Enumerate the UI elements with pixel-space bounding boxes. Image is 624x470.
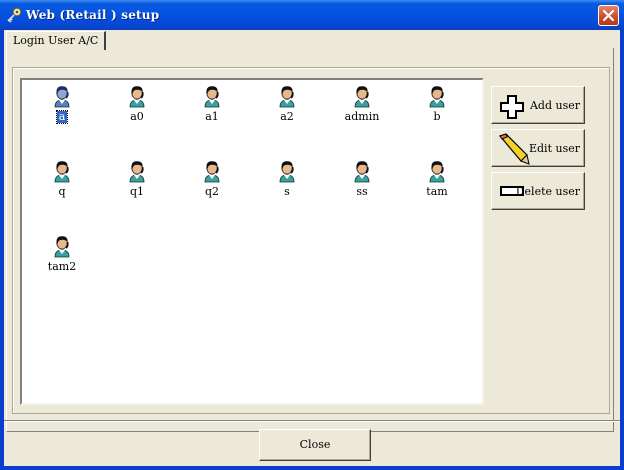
list-item[interactable]: tam2 (32, 234, 92, 284)
user-icon (354, 161, 370, 183)
list-item[interactable]: ss (332, 159, 392, 209)
edit-user-button[interactable]: Edit user (491, 129, 585, 167)
add-user-label: Add user (529, 99, 580, 112)
close-button-label: Close (299, 438, 331, 451)
user-icon (54, 161, 70, 183)
key-icon (7, 7, 22, 23)
user-icon (279, 161, 295, 183)
setup-window: Web (Retail ) setup Login User A/C a a0 … (0, 0, 624, 470)
user-name-label: s (284, 185, 290, 198)
tab-strip: Login User A/C (4, 30, 620, 50)
title-bar[interactable]: Web (Retail ) setup (0, 0, 624, 30)
add-user-button[interactable]: Add user (491, 86, 585, 124)
list-item[interactable]: a1 (182, 84, 242, 134)
user-name-label: a0 (130, 110, 144, 123)
list-item[interactable]: a2 (257, 84, 317, 134)
tab-label: Login User A/C (13, 34, 99, 47)
list-item[interactable]: tam (407, 159, 467, 209)
list-item[interactable]: s (257, 159, 317, 209)
delete-user-label: Delete user (515, 185, 580, 198)
close-icon (602, 9, 615, 22)
user-name-label: a2 (280, 110, 294, 123)
delete-user-button[interactable]: Delete user (491, 172, 585, 210)
list-item[interactable]: q (32, 159, 92, 209)
user-icon (279, 86, 295, 108)
user-name-label: a1 (205, 110, 219, 123)
user-icon (204, 161, 220, 183)
list-item[interactable]: b (407, 84, 467, 134)
close-button[interactable]: Close (259, 429, 371, 461)
plus-icon (500, 95, 524, 119)
list-item[interactable]: a (32, 84, 92, 134)
user-name-label: admin (344, 110, 380, 123)
user-icon (429, 86, 445, 108)
list-item[interactable]: q2 (182, 159, 242, 209)
close-window-button[interactable] (598, 5, 619, 26)
user-name-label: q (58, 185, 66, 198)
user-name-label: q1 (129, 185, 145, 198)
user-icon (129, 161, 145, 183)
user-name-label: tam2 (47, 260, 77, 273)
user-name-label: tam (426, 185, 448, 198)
user-list[interactable]: a a0 a1 a2 admin b q q1 q2 s ss tam tam2 (20, 78, 484, 405)
user-icon (204, 86, 220, 108)
client-area: Login User A/C a a0 a1 a2 admin b q q1 q… (4, 30, 620, 466)
list-item[interactable]: admin (332, 84, 392, 134)
user-icon (129, 86, 145, 108)
button-bar: Close (4, 420, 620, 467)
edit-user-label: Edit user (528, 142, 580, 155)
user-icon (54, 86, 70, 108)
user-name-label: b (433, 110, 441, 123)
user-name-label: a (55, 110, 69, 124)
user-name-label: q2 (204, 185, 220, 198)
pencil-icon (498, 133, 530, 165)
window-title: Web (Retail ) setup (26, 8, 160, 22)
user-name-label: ss (356, 185, 368, 198)
list-item[interactable]: a0 (107, 84, 167, 134)
user-icon (54, 236, 70, 258)
user-icon (354, 86, 370, 108)
list-item[interactable]: q1 (107, 159, 167, 209)
user-icon (429, 161, 445, 183)
